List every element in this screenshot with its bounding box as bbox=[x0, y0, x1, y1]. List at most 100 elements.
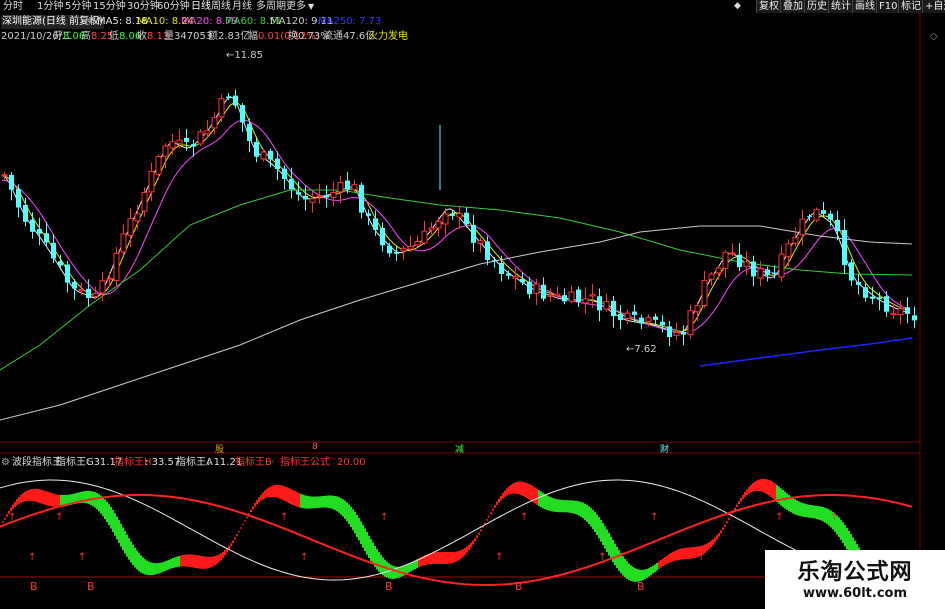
wave-segment bbox=[752, 483, 754, 492]
wave-segment bbox=[230, 543, 232, 547]
candle-body bbox=[694, 305, 701, 313]
wave-segment bbox=[168, 559, 170, 570]
event-marker-8[interactable]: 8 bbox=[312, 442, 318, 452]
wave-segment bbox=[216, 555, 218, 564]
wave-segment bbox=[256, 500, 258, 505]
wave-segment bbox=[694, 546, 696, 558]
candle-body bbox=[289, 178, 294, 190]
wave-segment bbox=[444, 552, 446, 565]
wave-segment bbox=[182, 555, 184, 567]
candle-body bbox=[912, 315, 917, 321]
wave-segment bbox=[146, 560, 148, 575]
wave-segment bbox=[526, 483, 528, 499]
wave-segment bbox=[288, 488, 290, 504]
wave-segment bbox=[632, 566, 634, 582]
wave-segment bbox=[794, 499, 796, 515]
wave-segment bbox=[272, 485, 274, 497]
candle-body bbox=[554, 293, 561, 297]
candle-body bbox=[597, 296, 602, 311]
candle-body bbox=[330, 192, 337, 198]
candle-body bbox=[849, 262, 854, 281]
candle-body bbox=[456, 213, 463, 218]
indicator-settings-icon[interactable]: ⚙ bbox=[1, 456, 10, 470]
candle-body bbox=[240, 105, 245, 123]
wave-segment bbox=[724, 524, 726, 527]
wave-segment bbox=[598, 517, 600, 539]
wave-segment bbox=[174, 557, 176, 568]
wave-segment bbox=[278, 485, 280, 499]
wave-segment bbox=[364, 528, 366, 552]
wave-segment bbox=[476, 535, 478, 539]
low-price-value: 7.62 bbox=[634, 344, 657, 355]
wave-segment bbox=[188, 554, 190, 567]
candle-body bbox=[211, 117, 218, 129]
wave-segment bbox=[816, 505, 818, 519]
wave-segment bbox=[528, 483, 530, 500]
wave-segment bbox=[610, 536, 612, 559]
wave-segment bbox=[316, 496, 318, 508]
wave-segment bbox=[844, 525, 846, 547]
wave-segment bbox=[624, 558, 626, 578]
candle-body bbox=[37, 229, 42, 234]
candle-body bbox=[337, 182, 344, 193]
wave-segment bbox=[434, 552, 436, 564]
candle-body bbox=[799, 218, 806, 236]
wave-segment bbox=[10, 507, 12, 512]
candle-body bbox=[303, 195, 308, 200]
candle-body bbox=[464, 212, 469, 225]
wave-segment bbox=[450, 552, 452, 564]
wave-segment bbox=[670, 553, 672, 562]
wave-segment bbox=[734, 507, 736, 510]
candle-body bbox=[387, 245, 392, 254]
wave-segment bbox=[642, 569, 644, 581]
wave-segment bbox=[646, 568, 648, 578]
candle-body bbox=[541, 284, 546, 299]
wave-segment bbox=[238, 531, 240, 533]
wave-segment bbox=[252, 506, 254, 510]
wave-segment bbox=[378, 552, 380, 572]
wave-segment bbox=[688, 547, 690, 559]
candle-body bbox=[106, 278, 113, 281]
wave-segment bbox=[516, 482, 518, 494]
event-marker-reduce[interactable]: 减 bbox=[455, 442, 464, 455]
wave-segment bbox=[556, 499, 558, 512]
candle-body bbox=[471, 224, 476, 243]
kline-chart[interactable]: BBBBB↑↑↑↑↑↑↑↑↑↑↑↑↑↑↑↑ bbox=[0, 0, 945, 609]
wave-segment bbox=[132, 544, 134, 566]
indicator-name[interactable]: 波段指标王 bbox=[12, 456, 62, 470]
wave-segment bbox=[232, 540, 234, 543]
wave-segment bbox=[198, 555, 200, 569]
wave-segment bbox=[536, 488, 538, 505]
wave-segment bbox=[236, 534, 238, 536]
candle-body bbox=[813, 209, 820, 221]
wave-segment bbox=[580, 501, 582, 517]
wave-segment bbox=[654, 564, 656, 572]
candle-body bbox=[254, 141, 259, 157]
wave-segment bbox=[274, 485, 276, 498]
wave-segment bbox=[354, 512, 356, 534]
wave-segment bbox=[164, 561, 166, 571]
candle-body bbox=[58, 261, 63, 266]
wave-segment bbox=[118, 520, 120, 543]
wave-segment bbox=[178, 556, 180, 567]
wave-segment bbox=[458, 550, 460, 560]
wave-segment bbox=[298, 493, 300, 508]
wave-segment bbox=[94, 492, 96, 508]
wave-segment bbox=[792, 497, 794, 514]
wave-segment bbox=[120, 523, 122, 547]
event-marker-finance[interactable]: 财 bbox=[660, 442, 669, 455]
wave-segment bbox=[366, 532, 368, 555]
wave-segment bbox=[156, 563, 158, 575]
candle-body bbox=[897, 307, 904, 315]
wave-segment bbox=[606, 529, 608, 552]
candle-body bbox=[99, 280, 106, 294]
event-marker-dividend[interactable]: 股 bbox=[215, 442, 224, 455]
wave-segment bbox=[270, 486, 272, 497]
candle-body bbox=[127, 218, 134, 237]
up-arrow-icon: ↑ bbox=[380, 512, 388, 523]
candle-body bbox=[737, 254, 742, 268]
candle-body bbox=[176, 139, 183, 145]
wave-segment bbox=[314, 496, 316, 509]
wave-segment bbox=[780, 488, 782, 506]
wave-segment bbox=[712, 539, 714, 545]
